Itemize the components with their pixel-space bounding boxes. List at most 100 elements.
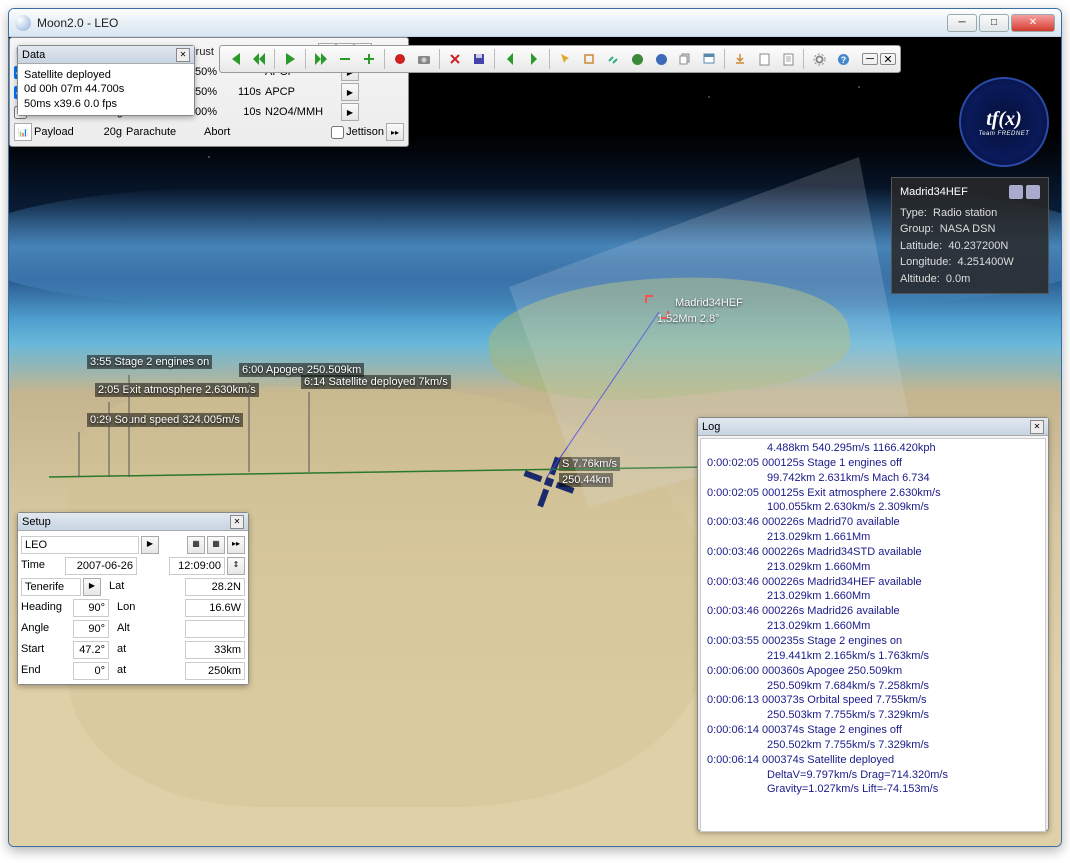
flag-icon[interactable] <box>1026 185 1040 199</box>
event-029: 0:29 Sound speed 324.005m/s <box>87 413 243 427</box>
team-logo: tf(x) Team FREDNET <box>959 77 1049 167</box>
log-line: 99.742km 2.631km/s Mach 6.734 <box>707 471 1039 486</box>
log-line: Gravity=1.027km/s Lift=-74.153m/s <box>707 782 1039 797</box>
globe-green-icon[interactable] <box>626 48 648 70</box>
minus-icon[interactable] <box>334 48 356 70</box>
record-icon[interactable] <box>389 48 411 70</box>
start-alt-input[interactable] <box>185 641 245 659</box>
minimize-button[interactable]: ─ <box>947 14 977 32</box>
help-icon[interactable]: ? <box>832 48 854 70</box>
copy-icon[interactable] <box>674 48 696 70</box>
heading-input[interactable] <box>73 599 109 617</box>
camera-icon[interactable] <box>413 48 435 70</box>
svg-text:?: ? <box>840 55 846 65</box>
data-elapsed: 0d 00h 07m 44.700s <box>24 82 188 96</box>
play-icon[interactable] <box>279 48 301 70</box>
log-line: 0:00:06:00 000360s Apogee 250.509km <box>707 664 1039 679</box>
delete-icon[interactable] <box>444 48 466 70</box>
angle-input[interactable] <box>73 620 109 638</box>
page-icon[interactable] <box>753 48 775 70</box>
lon-input[interactable] <box>185 599 245 617</box>
event-614: 6:14 Satellite deployed 7km/s <box>301 375 451 389</box>
mission-input[interactable] <box>21 536 139 554</box>
log-title: Log <box>702 421 1030 433</box>
log-line: 213.029km 1.661Mm <box>707 530 1039 545</box>
log-line: 0:00:03:55 000235s Stage 2 engines on <box>707 634 1039 649</box>
gear-icon[interactable] <box>808 48 830 70</box>
log-line: 250.509km 7.684km/s 7.258km/s <box>707 679 1039 694</box>
log-line: 0:00:06:14 000374s Satellite deployed <box>707 753 1039 768</box>
doc-icon[interactable] <box>777 48 799 70</box>
data-panel-close[interactable]: ✕ <box>176 48 190 62</box>
log-line: 213.029km 1.660Mm <box>707 619 1039 634</box>
link-icon[interactable] <box>602 48 624 70</box>
setup-title: Setup <box>22 516 230 528</box>
site-play-icon[interactable]: ▶ <box>83 578 101 596</box>
site-input[interactable] <box>21 578 81 596</box>
log-line: DeltaV=9.797km/s Drag=714.320m/s <box>707 768 1039 783</box>
target-distance: 1.52Mm 2.8° <box>657 313 719 325</box>
download-icon[interactable] <box>729 48 751 70</box>
event-355: 3:55 Stage 2 engines on <box>87 355 212 369</box>
grid2-icon[interactable]: ▦ <box>207 536 225 554</box>
next-icon[interactable] <box>523 48 545 70</box>
titlebar[interactable]: Moon2.0 - LEO ─ □ ✕ <box>9 9 1061 37</box>
station-info-overlay: Madrid34HEF Type: Radio station Group: N… <box>891 177 1049 294</box>
data-panel-title: Data <box>22 49 176 61</box>
maximize-button[interactable]: □ <box>979 14 1009 32</box>
skip-back-icon[interactable] <box>224 48 246 70</box>
log-line: 4.488km 540.295m/s 1166.420kph <box>707 441 1039 456</box>
toolbar-minimize-icon[interactable]: ─ <box>862 53 878 65</box>
close-button[interactable]: ✕ <box>1011 14 1055 32</box>
window-icon[interactable] <box>698 48 720 70</box>
data-status: Satellite deployed <box>24 68 188 82</box>
data-fps: 50ms x39.6 0.0 fps <box>24 97 188 111</box>
log-line: 0:00:02:05 000125s Exit atmosphere 2.630… <box>707 486 1039 501</box>
window-title: Moon2.0 - LEO <box>37 16 947 30</box>
log-line: 0:00:06:13 000373s Orbital speed 7.755km… <box>707 693 1039 708</box>
app-window: Moon2.0 - LEO ─ □ ✕ <box>8 8 1062 847</box>
chat-icon[interactable] <box>1009 185 1023 199</box>
end-angle-input[interactable] <box>73 662 109 680</box>
log-line: 0:00:02:05 000125s Stage 1 engines off <box>707 456 1039 471</box>
alt-input[interactable] <box>185 620 245 638</box>
log-line: 0:00:03:46 000226s Madrid70 available <box>707 515 1039 530</box>
end-alt-input[interactable] <box>185 662 245 680</box>
log-body[interactable]: 4.488km 540.295m/s 1166.420kph0:00:02:05… <box>700 438 1046 832</box>
rewind-icon[interactable] <box>248 48 270 70</box>
log-line: 250.503km 7.755km/s 7.329km/s <box>707 708 1039 723</box>
target-label: Madrid34HEF <box>675 297 743 309</box>
fast-forward-icon[interactable] <box>310 48 332 70</box>
cursor-icon[interactable] <box>554 48 576 70</box>
expand-icon[interactable]: ▸▸ <box>227 536 245 554</box>
viewport-3d[interactable]: ? ─ ✕ Data ✕ Satellite deployed 0d 00h 0… <box>9 37 1061 846</box>
log-line: 100.055km 2.630km/s 2.309km/s <box>707 500 1039 515</box>
log-close[interactable]: ✕ <box>1030 420 1044 434</box>
sat-alt-label: 250.44km <box>559 473 613 487</box>
save-icon[interactable] <box>468 48 490 70</box>
time-input[interactable] <box>169 557 225 575</box>
log-line: 0:00:03:46 000226s Madrid26 available <box>707 604 1039 619</box>
prev-icon[interactable] <box>499 48 521 70</box>
data-panel: Data ✕ Satellite deployed 0d 00h 07m 44.… <box>17 45 195 116</box>
globe-blue-icon[interactable] <box>650 48 672 70</box>
setup-close[interactable]: ✕ <box>230 515 244 529</box>
start-angle-input[interactable] <box>73 641 109 659</box>
main-toolbar: ? ─ ✕ <box>219 45 901 73</box>
log-line: 213.029km 1.660Mm <box>707 560 1039 575</box>
plus-icon[interactable] <box>358 48 380 70</box>
station-name: Madrid34HEF <box>900 184 1006 201</box>
lat-input[interactable] <box>185 578 245 596</box>
mission-play-icon[interactable]: ▶ <box>141 536 159 554</box>
toolbar-close-icon[interactable]: ✕ <box>880 53 896 65</box>
log-line: 0:00:03:46 000226s Madrid34STD available <box>707 545 1039 560</box>
event-205: 2:05 Exit atmosphere 2.630km/s <box>95 383 259 397</box>
log-line: 213.029km 1.660Mm <box>707 589 1039 604</box>
time-spinner[interactable]: ⇕ <box>227 557 245 575</box>
date-input[interactable] <box>65 557 137 575</box>
grid1-icon[interactable]: ▦ <box>187 536 205 554</box>
box-icon[interactable] <box>578 48 600 70</box>
app-icon <box>15 15 31 31</box>
log-line: 219.441km 2.165km/s 1.763km/s <box>707 649 1039 664</box>
setup-panel: Setup ✕ ▶ ▦ ▦ ▸▸ Time ⇕ <box>17 512 249 685</box>
